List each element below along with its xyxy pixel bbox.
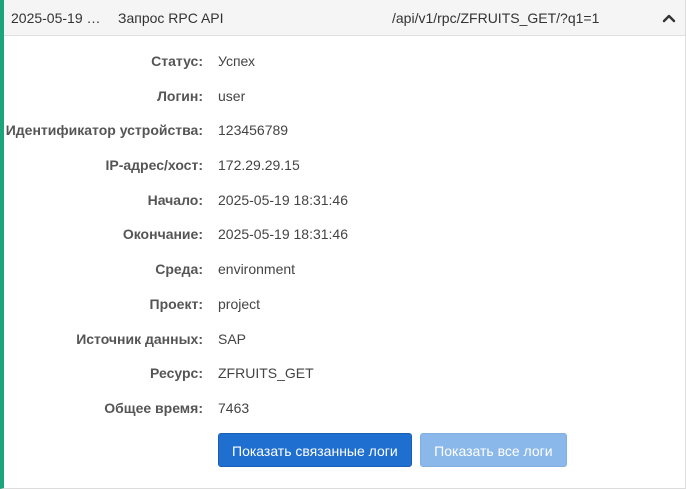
log-entry-type: Запрос RPC API bbox=[118, 10, 224, 26]
detail-label: Статус: bbox=[151, 53, 203, 69]
detail-value: user bbox=[218, 87, 246, 104]
detail-row-login: Логин: user bbox=[4, 78, 685, 113]
detail-value: 2025-05-19 18:31:46 bbox=[218, 226, 348, 243]
detail-row-start: Начало: 2025-05-19 18:31:46 bbox=[4, 182, 685, 217]
detail-row-environment: Среда: environment bbox=[4, 251, 685, 286]
log-entry-panel: 2025-05-19 1... Запрос RPC API /api/v1/r… bbox=[0, 0, 686, 489]
detail-value: ZFRUITS_GET bbox=[218, 365, 314, 382]
log-details: Статус: Успех Логин: user Идентификатор … bbox=[4, 36, 685, 425]
detail-row-resource: Ресурс: ZFRUITS_GET bbox=[4, 355, 685, 390]
detail-row-end: Окончание: 2025-05-19 18:31:46 bbox=[4, 216, 685, 251]
detail-value: Успех bbox=[218, 53, 256, 69]
detail-label: IP-адрес/хост: bbox=[105, 157, 203, 174]
detail-label: Идентификатор устройства: bbox=[5, 122, 203, 139]
log-entry-time: 2025-05-19 1... bbox=[11, 10, 103, 26]
detail-value: environment bbox=[218, 261, 296, 278]
detail-row-status: Статус: Успех bbox=[4, 43, 685, 78]
detail-row-data-source: Источник данных: SAP bbox=[4, 321, 685, 356]
detail-value: 172.29.29.15 bbox=[218, 157, 300, 174]
detail-row-total-time: Общее время: 7463 bbox=[4, 390, 685, 425]
detail-label: Логин: bbox=[157, 87, 203, 104]
detail-value: project bbox=[218, 295, 261, 312]
log-actions: Показать связанные логи Показать все лог… bbox=[218, 433, 567, 467]
log-entry-url: /api/v1/rpc/ZFRUITS_GET/?q1=1 bbox=[392, 10, 600, 26]
chevron-up-icon[interactable] bbox=[661, 10, 677, 26]
detail-row-ip-host: IP-адрес/хост: 172.29.29.15 bbox=[4, 147, 685, 182]
detail-row-device-id: Идентификатор устройства: 123456789 bbox=[4, 112, 685, 147]
detail-row-project: Проект: project bbox=[4, 286, 685, 321]
detail-label: Ресурс: bbox=[150, 365, 203, 382]
detail-value: 123456789 bbox=[218, 122, 289, 139]
log-entry-header[interactable]: 2025-05-19 1... Запрос RPC API /api/v1/r… bbox=[4, 0, 685, 36]
detail-value: SAP bbox=[218, 330, 247, 347]
detail-value: 2025-05-19 18:31:46 bbox=[218, 191, 348, 208]
detail-label: Окончание: bbox=[122, 226, 203, 243]
detail-label: Начало: bbox=[147, 191, 203, 208]
detail-label: Среда: bbox=[155, 261, 203, 278]
detail-label: Проект: bbox=[149, 295, 203, 312]
show-related-logs-button[interactable]: Показать связанные логи bbox=[218, 433, 412, 467]
detail-label: Источник данных: bbox=[76, 330, 203, 347]
show-all-logs-button[interactable]: Показать все логи bbox=[420, 433, 567, 467]
detail-value: 7463 bbox=[218, 399, 250, 416]
detail-label: Общее время: bbox=[104, 399, 203, 416]
